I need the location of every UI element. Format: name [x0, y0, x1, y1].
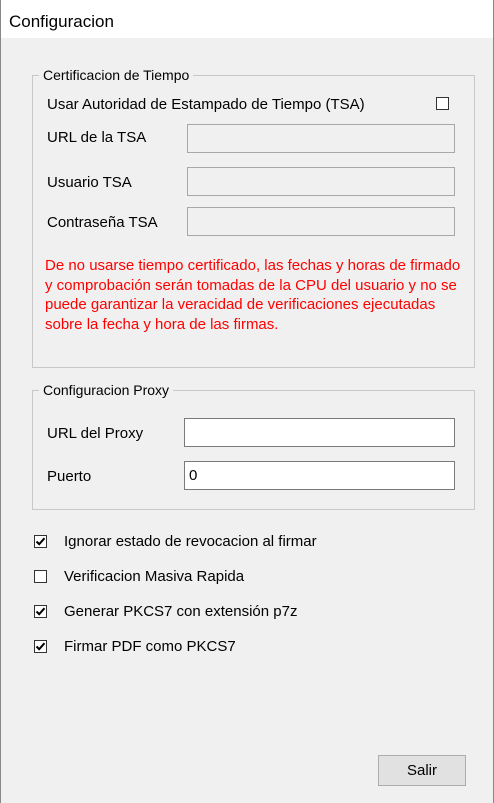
tsa-url-label: URL de la TSA [47, 129, 147, 146]
proxy-port-label: Puerto [47, 468, 92, 485]
tsa-user-input[interactable] [187, 167, 455, 196]
tsa-warning-text: De no usarse tiempo certificado, las fec… [45, 257, 461, 333]
proxy-url-label: URL del Proxy [47, 425, 144, 442]
proxy-port-input[interactable] [184, 461, 455, 490]
proxy-group-legend: Configuracion Proxy [43, 382, 170, 398]
config-window: Configuracion Certificacion de Tiempo Us… [0, 0, 494, 803]
mass-verification-checkbox[interactable] [34, 570, 47, 583]
pkcs7-p7z-checkbox[interactable] [34, 605, 47, 618]
tsa-password-input[interactable] [187, 207, 455, 236]
sign-pdf-pkcs7-label: Firmar PDF como PKCS7 [64, 638, 236, 655]
mass-verification-label: Verificacion Masiva Rapida [64, 568, 245, 585]
tsa-password-label: Contraseña TSA [47, 214, 158, 231]
checkmark-icon [35, 537, 46, 546]
use-tsa-checkbox[interactable] [436, 97, 449, 110]
title-bar: Configuracion [1, 0, 493, 38]
checkmark-icon [35, 642, 46, 651]
tsa-group-legend: Certificacion de Tiempo [43, 67, 190, 83]
proxy-url-input[interactable] [184, 418, 455, 447]
ignore-revocation-label: Ignorar estado de revocacion al firmar [64, 533, 317, 550]
sign-pdf-pkcs7-checkbox[interactable] [34, 640, 47, 653]
ignore-revocation-checkbox[interactable] [34, 535, 47, 548]
pkcs7-p7z-label: Generar PKCS7 con extensión p7z [64, 603, 298, 620]
exit-button[interactable]: Salir [378, 755, 466, 786]
window-title: Configuracion [9, 12, 114, 31]
checkmark-icon [35, 607, 46, 616]
use-tsa-label: Usar Autoridad de Estampado de Tiempo (T… [47, 96, 365, 113]
tsa-user-label: Usuario TSA [47, 174, 132, 191]
tsa-url-input[interactable] [187, 124, 455, 153]
